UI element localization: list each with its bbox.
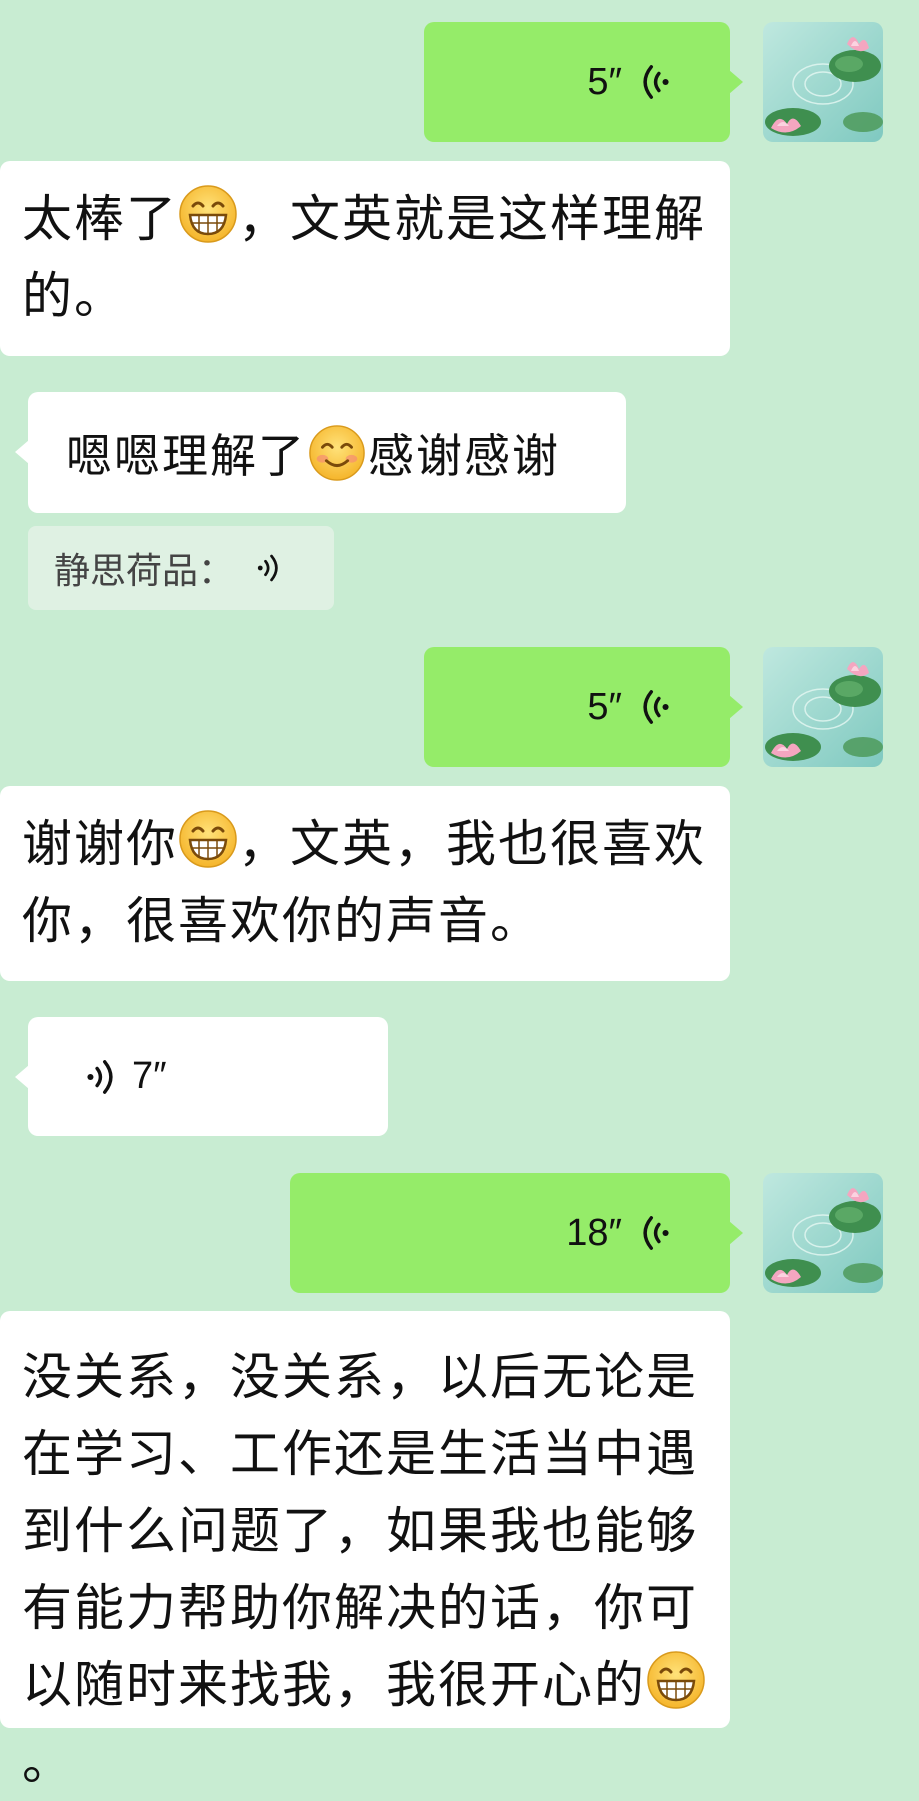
- voice-message-received[interactable]: 7″: [15, 1017, 388, 1136]
- voice-message-content: 18″: [566, 1173, 676, 1293]
- voice-duration: 7″: [132, 1055, 167, 1097]
- grin-emoji-icon: [178, 809, 238, 869]
- voice-duration: 5″: [587, 60, 622, 103]
- voice-message-sent[interactable]: 5″: [424, 22, 743, 142]
- message-text: 感谢感谢: [368, 428, 560, 483]
- voice-wave-icon: [80, 1058, 118, 1096]
- voice-message-sent[interactable]: 18″: [290, 1173, 743, 1293]
- avatar[interactable]: [763, 22, 883, 142]
- voice-message-content: 5″: [587, 22, 676, 142]
- avatar[interactable]: [763, 647, 883, 767]
- grin-emoji-icon: [646, 1650, 706, 1710]
- voice-wave-icon: [252, 553, 282, 583]
- quote-sender: 静思荷品：: [54, 551, 235, 592]
- received-message[interactable]: 嗯嗯理解了 感谢感谢: [15, 392, 626, 513]
- voice-wave-icon: [638, 1214, 676, 1252]
- voice-transcript: 没关系，没关系，以后无论是在学习、工作还是生活当中遇到什么问题了，如果我也能够有…: [0, 1311, 730, 1791]
- avatar[interactable]: [763, 1173, 883, 1293]
- grin-emoji-icon: [178, 184, 238, 244]
- voice-transcript: 太棒了 ，文英就是这样理解的。: [0, 161, 730, 356]
- voice-transcript: 谢谢你 ，文英，我也很喜欢你，很喜欢你的声音。: [0, 786, 730, 981]
- smile-emoji-icon: [308, 424, 366, 482]
- voice-wave-icon: [638, 63, 676, 101]
- voice-wave-icon: [638, 688, 676, 726]
- quoted-message[interactable]: 静思荷品：: [28, 526, 334, 610]
- voice-message-content: 5″: [587, 647, 676, 767]
- message-text: 嗯嗯理解了: [66, 428, 306, 483]
- voice-message-sent[interactable]: 5″: [424, 647, 743, 767]
- voice-duration: 18″: [566, 1211, 622, 1254]
- voice-duration: 5″: [587, 685, 622, 728]
- voice-message-content: 7″: [80, 1017, 167, 1136]
